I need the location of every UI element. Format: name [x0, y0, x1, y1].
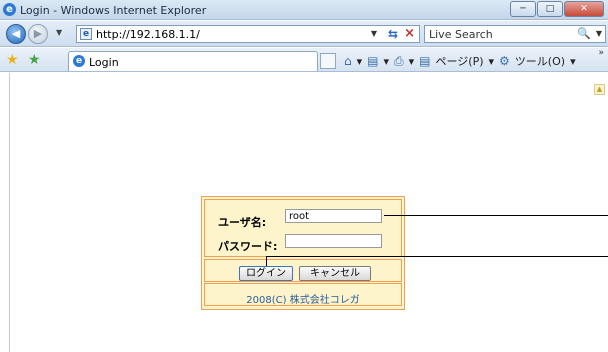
page-menu-dropdown-icon[interactable]: ▾: [489, 55, 495, 68]
search-icon[interactable]: 🔍: [577, 27, 591, 40]
new-tab-button[interactable]: [320, 53, 336, 69]
search-options-icon[interactable]: ▼: [596, 29, 602, 38]
copyright-text: 2008(C) 株式会社コレガ: [246, 295, 360, 306]
tools-menu-icon: ⚙: [499, 54, 510, 68]
login-callout-line: [266, 256, 608, 257]
window-title: Login - Windows Internet Explorer: [20, 4, 207, 17]
navigation-bar: ◀ ▶ ▼ e http://192.168.1.1/ ▼ ⇆ × Live S…: [0, 21, 608, 47]
username-label: ユーザ名:: [218, 216, 267, 229]
page-menu[interactable]: ページ(P): [436, 53, 484, 69]
close-button[interactable]: ✕: [564, 1, 604, 17]
login-button[interactable]: ログイン: [239, 266, 293, 281]
add-favorites-icon[interactable]: ★: [28, 52, 41, 68]
command-icons: ⌂ ▾ ▤ ▾ ⎙ ▾ ▤ ページ(P) ▾ ⚙ ツール(O) ▾: [344, 53, 581, 69]
command-bar: ★ ★ e Login ⌂ ▾ ▤ ▾ ⎙ ▾ ▤ ページ(P) ▾ ⚙ ツール…: [0, 48, 608, 72]
stop-icon[interactable]: ×: [404, 26, 415, 41]
back-button[interactable]: ◀: [6, 24, 26, 44]
tab-label: Login: [89, 56, 119, 69]
scroll-up-icon[interactable]: ▲: [594, 84, 605, 95]
page-menu-icon: ▤: [419, 54, 431, 68]
window-controls: ─ □ ✕: [509, 1, 604, 17]
feeds-dropdown-icon[interactable]: ▾: [384, 55, 390, 68]
home-dropdown-icon[interactable]: ▾: [357, 55, 363, 68]
content-left-edge: [9, 73, 10, 352]
username-input[interactable]: [285, 209, 382, 223]
more-commands-icon[interactable]: »: [598, 48, 604, 58]
refresh-icon[interactable]: ⇆: [388, 27, 398, 41]
title-bar: e Login - Windows Internet Explorer ─ □ …: [0, 0, 608, 20]
feeds-icon[interactable]: ▤: [367, 54, 378, 68]
tools-menu-dropdown-icon[interactable]: ▾: [570, 55, 576, 68]
tab-login[interactable]: e Login: [68, 51, 318, 71]
address-url[interactable]: http://192.168.1.1/: [96, 28, 200, 41]
password-input[interactable]: [285, 234, 382, 248]
favorites-star-icon[interactable]: ★: [6, 52, 19, 68]
login-form-area: ユーザ名: パスワード:: [204, 199, 402, 257]
address-bar[interactable]: e http://192.168.1.1/ ▼ ⇆ ×: [76, 25, 420, 43]
login-callout-drop: [266, 256, 267, 266]
address-dropdown-icon[interactable]: ▼: [371, 29, 377, 38]
history-dropdown-icon[interactable]: ▼: [56, 28, 62, 37]
print-icon[interactable]: ⎙: [394, 54, 404, 69]
search-box[interactable]: Live Search 🔍 ▼: [424, 25, 606, 43]
print-dropdown-icon[interactable]: ▾: [409, 55, 415, 68]
minimize-button[interactable]: ─: [510, 1, 536, 17]
cancel-button[interactable]: キャンセル: [299, 266, 371, 281]
ie-logo-icon: e: [3, 3, 16, 16]
tools-menu[interactable]: ツール(O): [515, 53, 565, 69]
password-label: パスワード:: [218, 240, 278, 253]
tab-ie-icon: e: [73, 55, 85, 67]
page-icon: e: [80, 28, 92, 40]
search-input[interactable]: Live Search: [429, 28, 493, 41]
forward-button[interactable]: ▶: [28, 24, 48, 44]
home-icon[interactable]: ⌂: [344, 54, 352, 68]
username-callout-line: [384, 215, 608, 216]
maximize-button[interactable]: □: [537, 1, 563, 17]
